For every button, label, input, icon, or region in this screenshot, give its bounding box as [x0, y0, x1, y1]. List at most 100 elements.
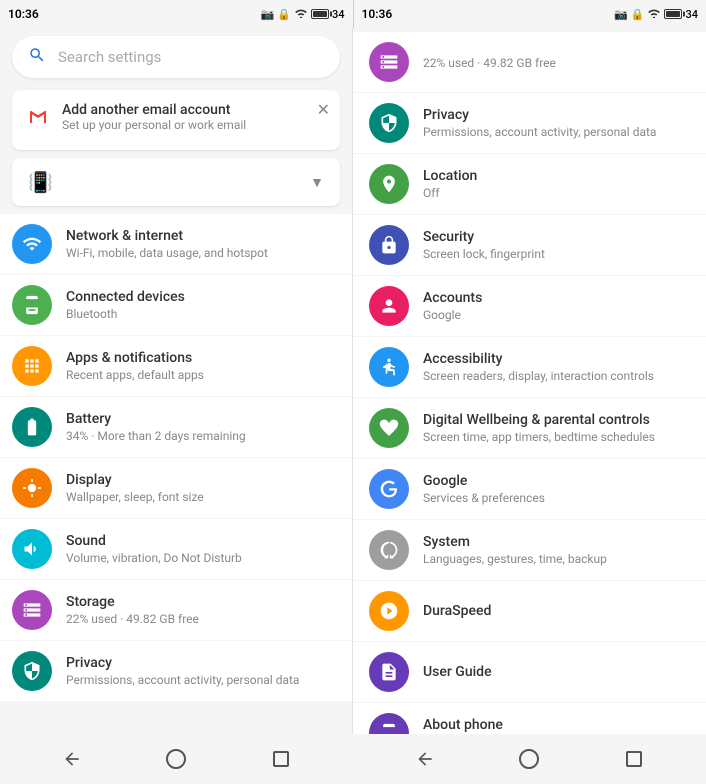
setting-aboutphone[interactable]: About phone IN1b — [353, 703, 706, 734]
bottom-nav-right — [353, 734, 706, 784]
setting-system[interactable]: System Languages, gestures, time, backup — [353, 520, 706, 580]
google-texts: Google Services & preferences — [423, 473, 545, 505]
battery-setting-icon — [12, 407, 52, 447]
setting-connected-devices[interactable]: Connected devices Bluetooth — [0, 275, 352, 335]
email-card[interactable]: Add another email account Set up your pe… — [12, 90, 340, 150]
setting-network[interactable]: Network & internet Wi-Fi, mobile, data u… — [0, 214, 352, 274]
privacy-left-title: Privacy — [66, 655, 299, 671]
setting-battery[interactable]: Battery 34% · More than 2 days remaining — [0, 397, 352, 457]
time-right: 10:36 — [362, 7, 393, 21]
wellbeing-subtitle: Screen time, app timers, bedtime schedul… — [423, 430, 655, 444]
status-icons-left: 📷 🔒 34 — [261, 7, 345, 21]
setting-google[interactable]: Google Services & preferences — [353, 459, 706, 519]
accounts-subtitle: Google — [423, 308, 482, 322]
chevron-down-icon: ▼ — [310, 174, 324, 191]
network-icon — [12, 224, 52, 264]
setting-display[interactable]: Display Wallpaper, sleep, font size — [0, 458, 352, 518]
setting-accounts[interactable]: Accounts Google — [353, 276, 706, 336]
setting-location[interactable]: Location Off — [353, 154, 706, 214]
setting-wellbeing[interactable]: Digital Wellbeing & parental controls Sc… — [353, 398, 706, 458]
display-title: Display — [66, 472, 204, 488]
recent-button[interactable] — [266, 744, 296, 774]
back-button-right[interactable] — [410, 744, 440, 774]
sound-icon — [12, 529, 52, 569]
gmail-icon — [24, 103, 52, 131]
display-icon — [12, 468, 52, 508]
aboutphone-icon — [369, 713, 409, 734]
connected-subtitle: Bluetooth — [66, 307, 185, 321]
apps-subtitle: Recent apps, default apps — [66, 368, 204, 382]
time-left: 10:36 — [8, 7, 39, 21]
recent-button-right[interactable] — [619, 744, 649, 774]
location-icon — [369, 164, 409, 204]
accessibility-title: Accessibility — [423, 351, 654, 367]
bottom-nav — [0, 734, 706, 784]
right-storage-icon — [369, 42, 409, 82]
vibration-card[interactable]: 📳 ▼ — [12, 158, 340, 206]
search-bar[interactable]: Search settings — [12, 36, 340, 78]
battery-icon-right — [664, 9, 682, 19]
connected-texts: Connected devices Bluetooth — [66, 289, 185, 321]
network-title: Network & internet — [66, 228, 268, 244]
duraspeed-icon — [369, 591, 409, 631]
right-storage-top[interactable]: 22% used · 49.82 GB free — [353, 32, 706, 92]
setting-apps[interactable]: Apps & notifications Recent apps, defaul… — [0, 336, 352, 396]
status-bar-left: 10:36 📷 🔒 34 — [0, 0, 353, 28]
setting-accessibility[interactable]: Accessibility Screen readers, display, i… — [353, 337, 706, 397]
right-settings-list: 22% used · 49.82 GB free Privacy Permiss… — [353, 32, 706, 734]
battery-title: Battery — [66, 411, 246, 427]
lock-icon-r: 🔒 — [631, 8, 645, 21]
main-content: Search settings Add another email accoun… — [0, 28, 706, 734]
email-card-header: Add another email account Set up your pe… — [24, 102, 328, 132]
system-texts: System Languages, gestures, time, backup — [423, 534, 607, 566]
email-card-title: Add another email account — [62, 102, 246, 118]
location-title: Location — [423, 168, 477, 184]
wellbeing-icon — [369, 408, 409, 448]
right-storage-texts: 22% used · 49.82 GB free — [423, 54, 556, 70]
userguide-title: User Guide — [423, 664, 492, 680]
sound-title: Sound — [66, 533, 242, 549]
wifi-icon-right — [647, 7, 661, 21]
location-subtitle: Off — [423, 186, 477, 200]
search-placeholder: Search settings — [58, 48, 161, 66]
apps-texts: Apps & notifications Recent apps, defaul… — [66, 350, 204, 382]
accessibility-subtitle: Screen readers, display, interaction con… — [423, 369, 654, 383]
apps-title: Apps & notifications — [66, 350, 204, 366]
display-texts: Display Wallpaper, sleep, font size — [66, 472, 204, 504]
setting-privacy-left[interactable]: Privacy Permissions, account activity, p… — [0, 641, 352, 701]
duraspeed-title: DuraSpeed — [423, 603, 491, 619]
battery-text-left: 34 — [332, 8, 345, 21]
security-title: Security — [423, 229, 545, 245]
setting-security[interactable]: Security Screen lock, fingerprint — [353, 215, 706, 275]
battery-texts: Battery 34% · More than 2 days remaining — [66, 411, 246, 443]
right-panel: 22% used · 49.82 GB free Privacy Permiss… — [353, 28, 706, 734]
system-title: System — [423, 534, 607, 550]
aboutphone-title: About phone — [423, 717, 503, 733]
security-subtitle: Screen lock, fingerprint — [423, 247, 545, 261]
battery-text-right: 34 — [685, 8, 698, 21]
storage-texts: Storage 22% used · 49.82 GB free — [66, 594, 199, 626]
close-button[interactable]: ✕ — [317, 100, 330, 119]
home-button-right[interactable] — [514, 744, 544, 774]
bottom-nav-left — [0, 734, 353, 784]
back-button[interactable] — [57, 744, 87, 774]
home-button[interactable] — [161, 744, 191, 774]
setting-duraspeed[interactable]: DuraSpeed — [353, 581, 706, 641]
setting-sound[interactable]: Sound Volume, vibration, Do Not Disturb — [0, 519, 352, 579]
apps-icon — [12, 346, 52, 386]
screenshot-icon-r: 📷 — [614, 8, 628, 21]
connected-title: Connected devices — [66, 289, 185, 305]
battery-subtitle: 34% · More than 2 days remaining — [66, 429, 246, 443]
setting-storage[interactable]: Storage 22% used · 49.82 GB free — [0, 580, 352, 640]
location-texts: Location Off — [423, 168, 477, 200]
status-bars: 10:36 📷 🔒 34 10:36 📷 🔒 34 — [0, 0, 706, 28]
storage-title: Storage — [66, 594, 199, 610]
sound-subtitle: Volume, vibration, Do Not Disturb — [66, 551, 242, 565]
setting-privacy-right[interactable]: Privacy Permissions, account activity, p… — [353, 93, 706, 153]
userguide-texts: User Guide — [423, 664, 492, 680]
google-title: Google — [423, 473, 545, 489]
duraspeed-texts: DuraSpeed — [423, 603, 491, 619]
security-texts: Security Screen lock, fingerprint — [423, 229, 545, 261]
setting-userguide[interactable]: User Guide — [353, 642, 706, 702]
privacy-left-icon — [12, 651, 52, 691]
